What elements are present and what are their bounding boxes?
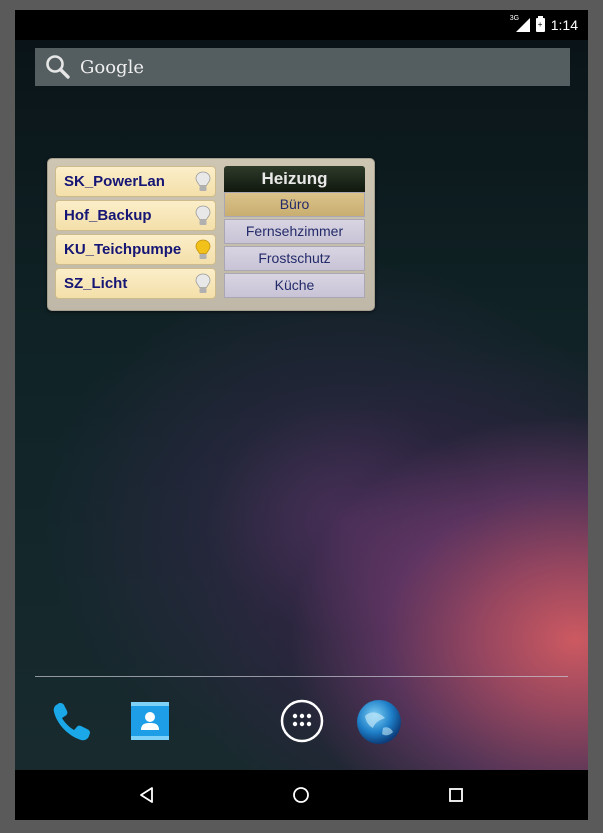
- google-search-bar[interactable]: Google: [35, 48, 570, 86]
- switch-label: SZ_Licht: [64, 275, 128, 292]
- phone-icon[interactable]: [48, 698, 96, 746]
- switch-ku-teichpumpe[interactable]: KU_Teichpumpe: [55, 234, 216, 265]
- browser-icon[interactable]: [355, 698, 403, 746]
- bulb-on-icon: [195, 239, 211, 259]
- battery-charging-symbol: +: [537, 20, 543, 29]
- switch-label: KU_Teichpumpe: [64, 241, 182, 258]
- status-bar: 3G + 1:14: [15, 10, 588, 40]
- navigation-bar: [15, 770, 588, 820]
- dock: [15, 698, 588, 750]
- bulb-off-icon: [195, 171, 211, 191]
- home-icon[interactable]: [289, 783, 313, 807]
- device-screen: 3G + 1:14 Google SK_PowerLan Hof_Backup: [15, 10, 588, 820]
- heating-option-kueche[interactable]: Küche: [224, 273, 365, 298]
- recents-icon[interactable]: [444, 783, 468, 807]
- back-icon[interactable]: [135, 783, 159, 807]
- heating-option-fernsehzimmer[interactable]: Fernsehzimmer: [224, 219, 365, 244]
- bulb-off-icon: [195, 205, 211, 225]
- battery-icon: +: [535, 16, 545, 32]
- switch-label: SK_PowerLan: [64, 173, 165, 190]
- heating-option-buero[interactable]: Büro: [224, 192, 365, 217]
- search-icon: [46, 55, 70, 79]
- app-drawer-icon[interactable]: [279, 698, 325, 744]
- signal-icon: 3G: [510, 15, 530, 32]
- switch-sz-licht[interactable]: SZ_Licht: [55, 268, 216, 299]
- contacts-icon[interactable]: [128, 698, 172, 744]
- switch-sk-powerlan[interactable]: SK_PowerLan: [55, 166, 216, 197]
- switch-label: Hof_Backup: [64, 207, 152, 224]
- dock-divider: [35, 676, 568, 677]
- wallpaper: [15, 40, 588, 770]
- switch-hof-backup[interactable]: Hof_Backup: [55, 200, 216, 231]
- heating-option-frostschutz[interactable]: Frostschutz: [224, 246, 365, 271]
- clock: 1:14: [550, 17, 578, 33]
- bulb-off-icon: [195, 273, 211, 293]
- heating-title: Heizung: [224, 166, 365, 192]
- search-label: Google: [80, 57, 144, 78]
- home-automation-widget: SK_PowerLan Hof_Backup KU_Teichpumpe SZ_…: [47, 158, 375, 311]
- heating-panel: Heizung Büro Fernsehzimmer Frostschutz K…: [224, 166, 365, 302]
